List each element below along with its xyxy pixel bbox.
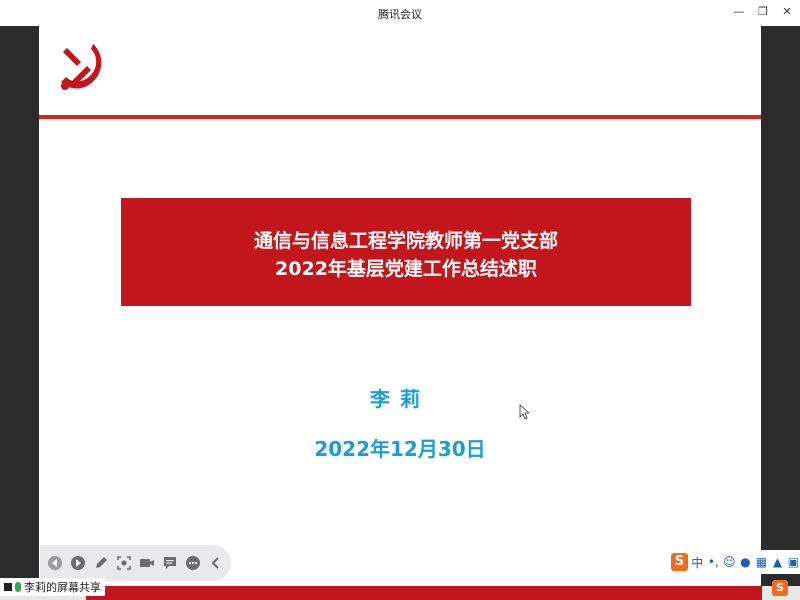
banner-title-line2: 2022年基层党建工作总结述职 — [275, 258, 537, 280]
header-rule — [39, 115, 761, 119]
grid-icon[interactable]: ▣ — [787, 555, 800, 569]
camera-icon — [140, 559, 154, 567]
title-banner: 通信与信息工程学院教师第一党支部 2022年基层党建工作总结述职 — [121, 198, 691, 306]
next-button[interactable] — [69, 554, 87, 572]
collapse-button[interactable] — [207, 554, 225, 572]
share-screen-icon — [4, 583, 12, 591]
restore-button[interactable]: ❐ — [756, 4, 770, 20]
ime-toolbar: S 中 •, ☺ ● ▦ ▲ ▣ — [669, 550, 800, 574]
screen-share-indicator: 李莉的屏幕共享 — [0, 578, 105, 596]
mic-icon[interactable]: ● — [739, 555, 752, 569]
emoji-icon[interactable]: ☺ — [723, 555, 736, 569]
window-controls: — ❐ ✕ — [732, 4, 794, 20]
next-icon — [71, 556, 85, 570]
presentation-date: 2022年12月30日 — [314, 437, 486, 461]
collapse-icon — [211, 557, 219, 569]
window-title: 腾讯会议 — [378, 8, 422, 21]
ime-mode-toggle[interactable]: 中 — [691, 554, 704, 571]
screenshot-icon — [117, 556, 131, 570]
camera-button[interactable] — [138, 554, 156, 572]
more-icon — [186, 556, 200, 570]
presentation-toolbar — [40, 545, 231, 581]
right-dark-panel — [761, 26, 800, 586]
previous-icon — [48, 556, 62, 570]
ime-tray-icon[interactable]: S — [772, 580, 788, 596]
window-titlebar: 腾讯会议 — ❐ ✕ — [0, 0, 800, 26]
share-label: 李莉的屏幕共享 — [24, 581, 101, 594]
left-dark-panel — [0, 26, 39, 586]
skin-icon[interactable]: ▲ — [771, 555, 784, 569]
presenter-name: 李莉 — [370, 387, 430, 411]
mouse-cursor-icon — [519, 404, 529, 420]
screenshot-button[interactable] — [115, 554, 133, 572]
close-button[interactable]: ✕ — [780, 4, 794, 20]
ime-logo[interactable]: S — [671, 553, 688, 571]
party-emblem-icon — [61, 44, 102, 90]
previous-button[interactable] — [46, 554, 64, 572]
pen-icon — [96, 557, 107, 568]
banner-title-line1: 通信与信息工程学院教师第一党支部 — [253, 230, 558, 252]
comment-icon — [164, 557, 176, 569]
keyboard-icon[interactable]: ▦ — [755, 555, 768, 569]
slide-bottom-band — [86, 586, 762, 600]
comment-button[interactable] — [161, 554, 179, 572]
minimize-button[interactable]: — — [732, 4, 746, 20]
more-button[interactable] — [184, 554, 202, 572]
ime-punct-toggle[interactable]: •, — [707, 555, 720, 569]
pen-button[interactable] — [92, 554, 110, 572]
microphone-icon — [15, 582, 21, 592]
shared-slide: 通信与信息工程学院教师第一党支部 2022年基层党建工作总结述职 李莉 2022… — [39, 26, 761, 586]
